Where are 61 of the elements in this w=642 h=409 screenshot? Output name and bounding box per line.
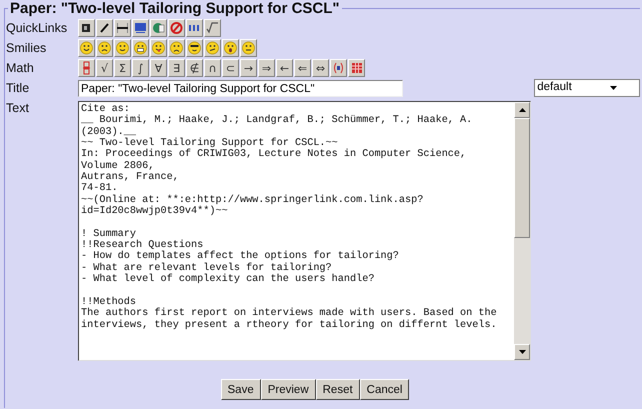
toolbar-button[interactable]: → [240,59,257,77]
field-label: QuickLinks [6,21,68,35]
smiley-icon [205,40,220,56]
field-label: Title [6,81,30,95]
scrollbar[interactable] [514,102,530,360]
form-button[interactable]: Save [220,379,261,400]
smiley-icon [115,40,130,56]
matrix-icon [349,60,364,76]
smiley-button[interactable] [240,39,257,57]
toolbar-button[interactable]: ← [276,59,293,77]
format-button[interactable] [78,19,95,37]
toolbar-button[interactable]: Σ [114,59,131,77]
caret-icon [610,86,617,90]
smiley-icon [79,40,94,56]
math-button[interactable] [348,59,365,77]
toolbar-button[interactable]: ∃ [168,59,185,77]
toolbar-button[interactable]: ⇒ [258,59,275,77]
toolbar-button[interactable]: ∩ [204,59,221,77]
form-button[interactable]: Cancel [360,379,410,400]
toolbar-button[interactable]: ∫ [132,59,149,77]
toolbar-button[interactable]: ⇔ [312,59,329,77]
field-label: Text [6,101,30,115]
smiley-icon [169,40,184,56]
smiley-icon [241,40,256,56]
scroll-up-icon [518,108,526,112]
math-button[interactable] [78,59,95,77]
title-field[interactable]: Paper: "Two-level Tailoring Support for CSCL" [78,80,404,96]
format-button[interactable] [204,19,221,37]
smiley-icon [133,40,148,56]
smiley-icon [97,40,112,56]
field-label: Smilies [6,41,48,55]
parentheses-icon [331,60,346,76]
format-button[interactable] [186,19,203,37]
format-button[interactable] [132,19,149,37]
toolbar-button[interactable]: ∀ [150,59,167,77]
smiley-button[interactable] [78,39,95,57]
globe-page-icon [151,20,166,36]
smiley-icon [187,40,202,56]
form-button[interactable]: Reset [316,379,360,400]
math-button[interactable] [330,59,347,77]
field-label: Math [6,61,35,75]
toolbar-button[interactable]: ⇐ [294,59,311,77]
toolbar-button[interactable]: ⊂ [222,59,239,77]
form-button[interactable]: Preview [260,379,316,400]
abbreviation-icon [133,20,148,36]
smiley-icon [151,40,166,56]
horizontal-rule-icon [115,20,130,36]
toolbar-button[interactable]: ∉ [186,59,203,77]
smiley-button[interactable] [186,39,203,57]
square-root-icon [205,20,220,36]
format-button[interactable] [96,19,113,37]
scroll-down-icon [518,350,526,354]
text-field[interactable]: Cite as: __ Bourimi, M.; Haake, J.; Landgraf, B.; Schümmer, T.; Haake, A. (2003).__ ~~ Two-level Tailoring Support for CSCL.~~ In: Proceedings of CRIWIG03, Lecture Notes in Computer Science, Volume 2806, Autrans, France, 74-81. ~~(Online at: **:e:http://www.springerlink.com.link.asp? id=Id20c8wwjp0t39v4**)~~ ! Summary !!Research Questions - How do templates affect the options for tailoring? - What are relevant levels for tailoring? - What level of complexity can the users handle? !!Methods The authors first report on interviews made with users. Based on the interviews, they present a rtheory for tailoring on differnt levels. [78,101,531,361]
smiley-button[interactable] [204,39,221,57]
toolbar-button[interactable]: √ [96,59,113,77]
style-dropdown[interactable]: default [534,79,640,97]
smiley-button[interactable] [222,39,239,57]
format-button[interactable] [114,19,131,37]
prohibited-icon [169,20,184,36]
form-title: Paper: "Two-level Tailoring Support for CSCL" [8,0,342,17]
smiley-icon [223,40,238,56]
